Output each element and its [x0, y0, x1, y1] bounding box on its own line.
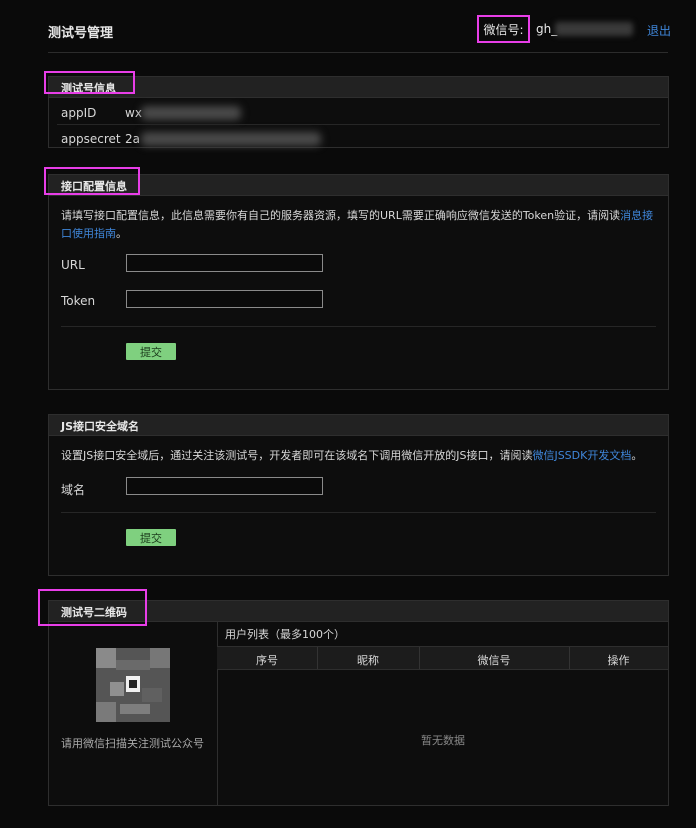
url-label: URL [61, 258, 85, 272]
api-config-desc-end: 。 [116, 227, 127, 240]
appid-value: wx [125, 106, 142, 120]
highlight-box-api-config [44, 167, 140, 195]
domain-label: 域名 [61, 483, 86, 497]
token-label: Token [61, 294, 96, 308]
qr-caption: 请用微信扫描关注测试公众号 [61, 737, 204, 750]
appid-redaction [141, 106, 241, 120]
column-header-wechat-id: 微信号 [477, 654, 511, 667]
api-config-description: 请填写接口配置信息，此信息需要你有自己的服务器资源，填写的URL需要正确响应微信… [61, 207, 656, 243]
form-divider [61, 326, 656, 327]
form-divider [61, 512, 656, 513]
api-config-desc-text: 请填写接口配置信息，此信息需要你有自己的服务器资源，填写的URL需要正确响应微信… [61, 209, 621, 222]
appsecret-label: appsecret [61, 132, 121, 146]
api-config-submit-button[interactable]: 提交 [126, 343, 176, 360]
js-domain-desc-text: 设置JS接口安全域后，通过关注该测试号，开发者即可在该域名下调用微信开放的JS接… [61, 449, 533, 462]
wechat-id-redaction [555, 22, 633, 36]
js-domain-panel: JS接口安全域名 设置JS接口安全域后，通过关注该测试号，开发者即可在该域名下调… [48, 414, 669, 576]
js-domain-submit-button[interactable]: 提交 [126, 529, 176, 546]
column-header-nickname: 昵称 [357, 654, 379, 667]
empty-state: 暂无数据 [421, 734, 465, 747]
page-title: 测试号管理 [48, 26, 114, 41]
appsecret-value: 2a [125, 132, 140, 146]
token-input[interactable] [126, 290, 323, 308]
wechat-id-label-text: 微信号: [483, 22, 524, 37]
test-info-panel: 测试号信息 appID wx appsecret 2a [48, 76, 669, 148]
appsecret-redaction [141, 132, 321, 146]
test-info-header: 测试号信息 [49, 77, 668, 98]
js-domain-desc-end: 。 [631, 449, 643, 462]
header-divider [48, 52, 668, 53]
user-table-header: 序号 昵称 微信号 操作 [217, 646, 668, 670]
wechat-id-label: 微信号: [477, 15, 530, 43]
js-domain-title: JS接口安全域名 [61, 420, 140, 433]
logout-link[interactable]: 退出 [647, 22, 671, 39]
api-config-header: 接口配置信息 [49, 175, 668, 196]
qr-code-image [96, 648, 170, 722]
api-config-panel: 接口配置信息 请填写接口配置信息，此信息需要你有自己的服务器资源，填写的URL需… [48, 174, 669, 390]
highlight-box-test-info [44, 71, 135, 94]
appid-label: appID [61, 106, 97, 120]
domain-input[interactable] [126, 477, 323, 495]
column-header-index: 序号 [256, 654, 278, 667]
row-divider [57, 124, 660, 125]
url-input[interactable] [126, 254, 323, 272]
user-list-title: 用户列表（最多100个） [225, 628, 345, 641]
highlight-box-qr [38, 589, 147, 626]
column-header-action: 操作 [607, 654, 630, 667]
jssdk-doc-link[interactable]: 微信JSSDK开发文档 [532, 449, 631, 462]
js-domain-header: JS接口安全域名 [49, 415, 668, 436]
js-domain-description: 设置JS接口安全域后，通过关注该测试号，开发者即可在该域名下调用微信开放的JS接… [61, 447, 656, 465]
